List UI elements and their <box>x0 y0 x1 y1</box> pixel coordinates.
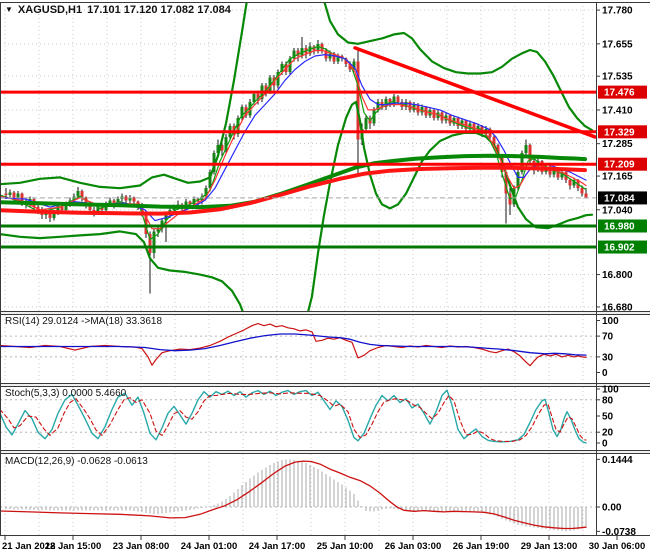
rsi-line <box>0 323 587 367</box>
fast-ma-green <box>0 45 587 241</box>
time-axis-label: 25 Jan 10:00 <box>317 541 374 552</box>
candle <box>584 193 588 198</box>
time-axis-label: 24 Jan 17:00 <box>249 541 306 552</box>
time-axis-label: 26 Jan 03:00 <box>385 541 442 552</box>
rsi-scale-label: 30 <box>602 352 614 363</box>
candle <box>568 180 572 186</box>
time-axis-label: 30 Jan 06:00 <box>589 541 646 552</box>
symbol-dropdown-icon[interactable]: ▼ <box>5 6 13 14</box>
time-axis[interactable]: 21 Jan 201822 Jan 15:00 23 Jan 08:00 24 Ja… <box>2 535 646 553</box>
rsi-scale-label: 70 <box>602 332 614 343</box>
stoch-scale-label: 80 <box>602 395 614 406</box>
candle <box>528 145 532 162</box>
candle <box>8 192 12 195</box>
stoch-scale-label: 100 <box>602 385 619 396</box>
price-badge-label: 16.980 <box>604 221 635 232</box>
time-axis-label: 22 Jan 15:00 <box>45 541 102 552</box>
candle <box>396 96 400 102</box>
price-badge-label: 17.209 <box>604 160 635 171</box>
price-axis-label: 17.040 <box>602 205 633 216</box>
price-badge-label: 17.084 <box>604 193 635 204</box>
stoch-scale-label: 50 <box>602 412 614 423</box>
rsi-indicator-label: RSI(14) 29.0124 ->MA(18) 33.3618 <box>5 316 163 327</box>
price-axis-label: 17.285 <box>602 139 633 150</box>
price-axis-label: 17.535 <box>602 72 633 83</box>
macd-scale-label: -0.0738 <box>602 527 636 538</box>
stoch-scale-label: 20 <box>602 428 614 439</box>
candle <box>580 188 584 194</box>
stochastic-signal-line <box>0 392 587 442</box>
time-axis-label: 24 Jan 01:00 <box>181 541 238 552</box>
time-axis-label: 26 Jan 19:00 <box>453 541 510 552</box>
price-axis-label: 17.780 <box>602 6 633 17</box>
price-badge-label: 16.902 <box>604 243 635 254</box>
macd-histogram <box>5 459 587 532</box>
price-axis-label: 16.680 <box>602 302 633 313</box>
trading-chart-window: 17.780 17.655 17.535 17.410 17.285 17.165 17.0… <box>0 0 650 560</box>
price-badge-label: 17.476 <box>604 88 635 99</box>
candle <box>252 93 256 102</box>
rsi-panel[interactable] <box>0 323 596 367</box>
candle <box>16 193 20 198</box>
candle <box>76 190 80 197</box>
time-axis-label: 23 Jan 08:00 <box>113 541 170 552</box>
macd-signal-line <box>0 460 587 530</box>
price-badge-label: 17.329 <box>604 127 635 138</box>
main-price-panel[interactable] <box>0 0 596 320</box>
candle <box>524 145 528 154</box>
fast-ma-blue <box>0 54 587 222</box>
candle <box>408 101 412 110</box>
price-axis-label: 17.655 <box>602 39 633 50</box>
macd-indicator-label: MACD(12,26,9) -0.0628 -0.0613 <box>5 456 148 467</box>
macd-scale-label: 0.1444 <box>602 455 633 466</box>
time-axis-label: 29 Jan 13:00 <box>521 541 578 552</box>
chart-canvas[interactable]: 17.780 17.655 17.535 17.410 17.285 17.165 17.0… <box>0 0 650 560</box>
macd-panel[interactable] <box>0 459 596 532</box>
stochastic-indicator-label: Stoch(5,3,3) 0.0000 5.4660 <box>5 388 127 399</box>
price-axis-label: 17.165 <box>602 172 633 183</box>
stoch-scale-label: 0 <box>602 439 608 450</box>
price-axis-label: 16.800 <box>602 270 633 281</box>
price-axis-label: 17.410 <box>602 105 633 116</box>
candle <box>12 192 16 198</box>
macd-scale-label: 0.00 <box>602 503 622 514</box>
rsi-scale-label: 0 <box>602 368 608 379</box>
candle <box>364 118 368 129</box>
price-axis[interactable]: 17.780 17.655 17.535 17.410 17.285 17.165 17.0… <box>596 6 647 538</box>
rsi-scale-label: 100 <box>602 316 619 327</box>
mid-ma-red <box>0 165 587 216</box>
candle <box>4 193 8 195</box>
candle <box>152 231 156 253</box>
